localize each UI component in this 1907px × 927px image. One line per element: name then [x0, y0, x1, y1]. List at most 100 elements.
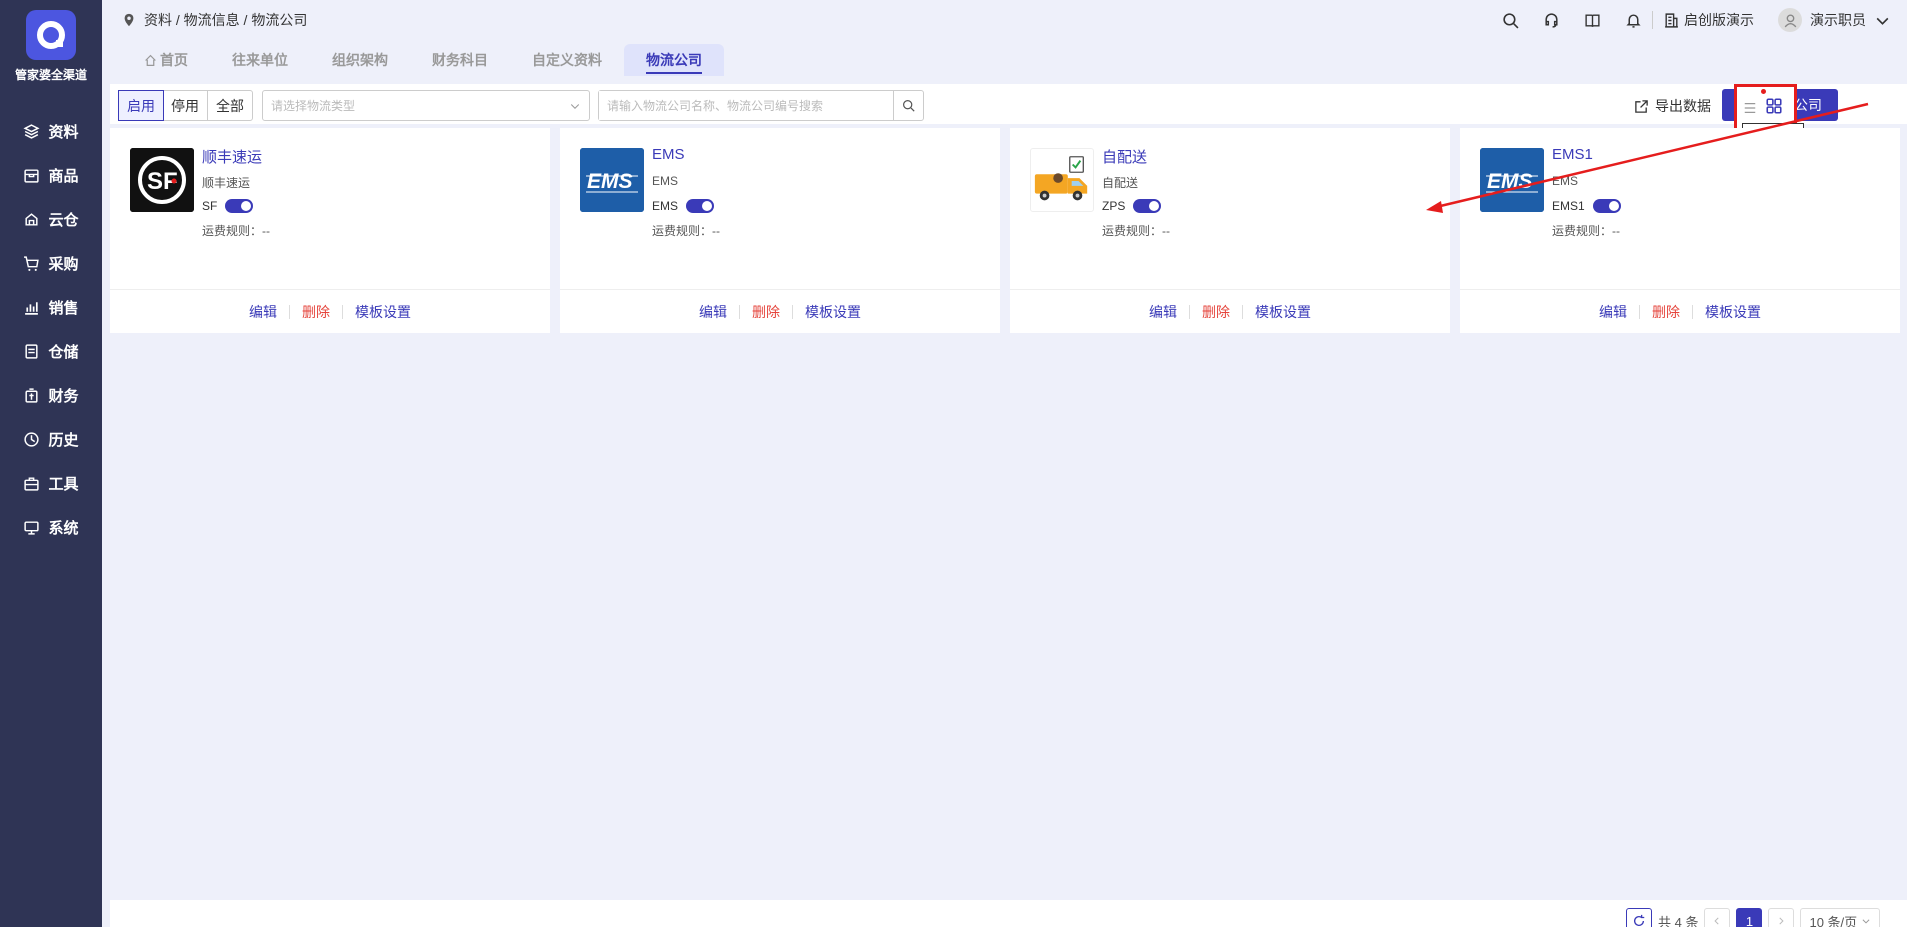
filter-all-button[interactable]: 全部 — [208, 91, 252, 120]
chevron-down-icon — [570, 103, 580, 109]
search-icon[interactable] — [1502, 12, 1519, 29]
tab-home[interactable]: 首页 — [122, 44, 210, 76]
card-code: EMS1 — [1552, 199, 1585, 213]
card-short-name: EMS — [1552, 174, 1579, 188]
cloud-warehouse-icon — [25, 212, 39, 226]
template-settings-button[interactable]: 模板设置 — [793, 305, 873, 319]
tab-organization[interactable]: 组织架构 — [310, 44, 410, 76]
tab-logistics-company[interactable]: 物流公司 — [624, 44, 724, 76]
breadcrumb-text: 资料 / 物流信息 / 物流公司 — [144, 12, 308, 28]
user-name: 演示职员 — [1810, 12, 1866, 28]
search-button[interactable] — [893, 91, 923, 120]
svg-text:EMS: EMS — [1487, 170, 1533, 193]
sidebar-item-tools[interactable]: 工具 — [0, 461, 102, 505]
sidebar-item-label: 系统 — [48, 519, 79, 537]
user-menu[interactable]: 演示职员 — [1778, 8, 1891, 32]
enabled-toggle[interactable] — [686, 199, 715, 213]
list-view-icon[interactable] — [1743, 101, 1757, 115]
prev-page-button[interactable] — [1704, 908, 1731, 927]
logo-icon — [37, 21, 65, 49]
rule-label: 运费规则： — [652, 224, 713, 238]
delete-button[interactable]: 删除 — [1190, 304, 1243, 319]
sidebar-item-finance[interactable]: 财务 — [0, 373, 102, 417]
edit-button[interactable]: 编辑 — [237, 304, 290, 319]
enabled-toggle[interactable] — [1592, 199, 1621, 213]
export-icon — [1635, 99, 1648, 113]
enabled-toggle[interactable] — [225, 199, 254, 213]
status-filter: 启用 停用 全部 — [118, 90, 253, 121]
tab-label: 往来单位 — [232, 52, 288, 68]
brand-name: 管家婆全渠道 — [14, 68, 87, 82]
bell-icon[interactable] — [1625, 12, 1642, 29]
tab-custom-data[interactable]: 自定义资料 — [510, 44, 624, 76]
rule-value: -- — [1162, 224, 1171, 238]
card-title[interactable]: EMS — [652, 146, 685, 163]
card-title[interactable]: EMS1 — [1552, 146, 1593, 163]
tab-partners[interactable]: 往来单位 — [210, 44, 310, 76]
select-placeholder: 请选择物流类型 — [271, 99, 356, 113]
book-icon[interactable] — [1584, 12, 1601, 29]
sidebar-item-cloud-warehouse[interactable]: 云仓 — [0, 197, 102, 241]
company-switcher[interactable]: 启创版演示 — [1663, 10, 1754, 30]
page-number[interactable]: 1 — [1736, 908, 1763, 927]
template-settings-button[interactable]: 模板设置 — [1243, 305, 1323, 319]
card-title[interactable]: 自配送 — [1102, 146, 1147, 167]
template-settings-button[interactable]: 模板设置 — [1693, 305, 1773, 319]
rule-label: 运费规则： — [1552, 224, 1613, 238]
sidebar-item-goods[interactable]: 商品 — [0, 153, 102, 197]
sidebar-item-label: 仓储 — [48, 343, 79, 361]
filter-disabled-button[interactable]: 停用 — [163, 91, 208, 120]
headset-icon[interactable] — [1543, 12, 1560, 29]
tab-label: 物流公司 — [646, 52, 702, 68]
page-size-select[interactable]: 10 条/页 — [1800, 908, 1881, 927]
app-logo[interactable] — [26, 10, 76, 60]
card-short-name: EMS — [652, 174, 679, 188]
tab-accounts[interactable]: 财务科目 — [410, 44, 510, 76]
sidebar: 管家婆全渠道 资料 商品 云仓 采购 销售 仓储 财务 历史 工具 系统 — [0, 0, 102, 927]
layers-icon — [23, 123, 41, 139]
card-actions: 编辑 删除 模板设置 — [110, 289, 550, 333]
card-view-icon[interactable] — [1765, 97, 1783, 115]
divider — [1652, 11, 1653, 29]
sidebar-item-label: 商品 — [48, 167, 79, 185]
card-short-name: 顺丰速运 — [202, 176, 251, 190]
filter-enabled-button[interactable]: 启用 — [118, 90, 164, 121]
chevron-left-icon — [1714, 917, 1720, 925]
tab-label: 首页 — [160, 52, 188, 68]
freight-rule: 运费规则：-- — [202, 222, 270, 239]
export-button[interactable]: 导出数据 — [1634, 96, 1711, 116]
next-page-button[interactable] — [1768, 908, 1795, 927]
template-settings-button[interactable]: 模板设置 — [343, 305, 423, 319]
sidebar-item-purchase[interactable]: 采购 — [0, 241, 102, 285]
rule-value: -- — [262, 224, 271, 238]
sidebar-item-history[interactable]: 历史 — [0, 417, 102, 461]
edit-button[interactable]: 编辑 — [1587, 304, 1640, 319]
card-title[interactable]: 顺丰速运 — [202, 146, 262, 167]
enabled-toggle[interactable] — [1133, 199, 1162, 213]
truck-logo — [1030, 148, 1094, 212]
card-code: SF — [202, 199, 218, 213]
page-size-label: 10 条/页 — [1809, 914, 1858, 927]
logistics-type-select[interactable]: 请选择物流类型 — [262, 90, 590, 121]
card-code: EMS — [652, 199, 679, 213]
refresh-icon — [1633, 914, 1645, 927]
chevron-down-icon — [1862, 919, 1870, 924]
sidebar-item-system[interactable]: 系统 — [0, 505, 102, 549]
delete-button[interactable]: 删除 — [1640, 304, 1693, 319]
card-actions: 编辑 删除 模板设置 — [560, 289, 1000, 333]
refresh-button[interactable] — [1626, 908, 1652, 927]
sidebar-item-data[interactable]: 资料 — [0, 109, 102, 153]
search-input[interactable] — [599, 91, 893, 120]
card-short-name: 自配送 — [1102, 176, 1139, 190]
delete-button[interactable]: 删除 — [290, 304, 343, 319]
svg-text:EMS: EMS — [587, 170, 633, 193]
sidebar-item-label: 采购 — [48, 255, 79, 273]
delete-button[interactable]: 删除 — [740, 304, 793, 319]
edit-button[interactable]: 编辑 — [1137, 304, 1190, 319]
rule-label: 运费规则： — [202, 224, 263, 238]
tab-label: 自定义资料 — [532, 52, 602, 68]
sidebar-item-sales[interactable]: 销售 — [0, 285, 102, 329]
edit-button[interactable]: 编辑 — [687, 304, 740, 319]
logistics-card: 自配送 自配送 ZPS 运费规则：-- 编辑 删除 模板设置 — [1010, 128, 1450, 333]
sidebar-item-storage[interactable]: 仓储 — [0, 329, 102, 373]
